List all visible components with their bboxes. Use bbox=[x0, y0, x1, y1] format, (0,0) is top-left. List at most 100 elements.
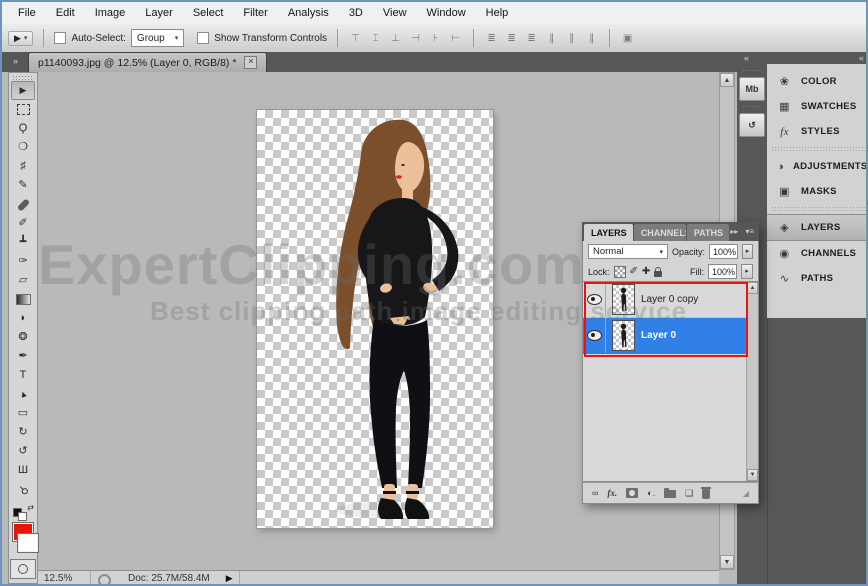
delete-layer-icon[interactable] bbox=[702, 489, 710, 499]
swap-colors-icon[interactable]: ⇄ bbox=[27, 503, 34, 512]
panel-button-adjustments[interactable]: ◑ ADJUSTMENTS bbox=[767, 154, 868, 179]
distribute-top-edges-icon[interactable]: ≣ bbox=[484, 33, 499, 44]
align-bottom-edges-icon[interactable]: ⊥ bbox=[388, 33, 403, 44]
layer-style-icon[interactable]: fx. bbox=[607, 488, 617, 498]
drag-grip[interactable] bbox=[742, 69, 762, 73]
brush-tool[interactable]: ✐ bbox=[11, 214, 35, 233]
layer-thumbnail[interactable] bbox=[613, 285, 634, 314]
align-vertical-centers-icon[interactable]: ⌶ bbox=[368, 33, 383, 44]
lock-position-icon[interactable]: ✚ bbox=[642, 267, 650, 277]
mini-bridge-button[interactable]: Mb bbox=[739, 77, 765, 101]
panel-button-paths[interactable]: ∿ PATHS bbox=[767, 266, 868, 291]
quick-selection-tool[interactable]: ❍ bbox=[11, 138, 35, 157]
menu-view[interactable]: View bbox=[373, 4, 417, 22]
status-flyout-icon[interactable]: ▶ bbox=[220, 571, 239, 586]
orbit-3d-tool[interactable]: ↺ bbox=[11, 442, 35, 461]
rotate-3d-tool[interactable]: ↻ bbox=[11, 423, 35, 442]
fill-spinner-icon[interactable]: ▸ bbox=[741, 264, 753, 279]
drag-grip[interactable] bbox=[12, 75, 34, 80]
auto-select-checkbox[interactable] bbox=[54, 32, 66, 44]
menu-file[interactable]: File bbox=[8, 4, 46, 22]
visibility-toggle[interactable] bbox=[583, 318, 606, 353]
panel-collapse-icon[interactable]: » bbox=[2, 56, 28, 72]
type-tool[interactable]: T bbox=[11, 366, 35, 385]
scroll-down-icon[interactable]: ▼ bbox=[747, 469, 758, 481]
panel-menu-icon[interactable]: ▾≡ bbox=[745, 227, 754, 236]
lock-image-icon[interactable]: ✐ bbox=[630, 267, 638, 277]
panel-button-channels[interactable]: ◉ CHANNELS bbox=[767, 241, 868, 266]
lock-all-icon[interactable] bbox=[654, 271, 662, 277]
close-icon[interactable]: × bbox=[244, 56, 257, 69]
distribute-vertical-centers-icon[interactable]: ≣ bbox=[504, 33, 519, 44]
menu-help[interactable]: Help bbox=[476, 4, 519, 22]
rectangular-marquee-tool[interactable] bbox=[11, 100, 35, 119]
zoom-level-field[interactable]: 12.5% bbox=[38, 571, 91, 586]
panel-button-color[interactable]: ❀ COLOR bbox=[767, 69, 868, 94]
tab-layers[interactable]: LAYERS bbox=[584, 224, 633, 241]
gradient-tool[interactable] bbox=[11, 290, 35, 309]
layer-row-layer-0[interactable]: Layer 0 bbox=[583, 318, 758, 354]
crop-tool[interactable]: ♯ bbox=[11, 157, 35, 176]
align-horizontal-centers-icon[interactable]: ⊦ bbox=[428, 33, 443, 44]
menu-3d[interactable]: 3D bbox=[339, 4, 373, 22]
scroll-up-icon[interactable]: ▲ bbox=[747, 282, 758, 294]
opacity-field[interactable]: 100% bbox=[709, 244, 738, 259]
eyedropper-tool[interactable]: ✎ bbox=[11, 176, 35, 195]
menu-filter[interactable]: Filter bbox=[233, 4, 277, 22]
clone-stamp-tool[interactable]: ┻ bbox=[11, 233, 35, 252]
menu-select[interactable]: Select bbox=[183, 4, 234, 22]
menu-analysis[interactable]: Analysis bbox=[278, 4, 339, 22]
background-color-swatch[interactable] bbox=[18, 534, 38, 552]
tool-preset-picker[interactable]: ▶ ▾ bbox=[8, 31, 33, 46]
default-colors-control[interactable]: ⇄ bbox=[12, 503, 34, 519]
eraser-tool[interactable]: ▱ bbox=[11, 271, 35, 290]
blend-mode-dropdown[interactable]: Normal ▾ bbox=[588, 244, 668, 259]
layer-list-scrollbar[interactable]: ▲ ▼ bbox=[746, 282, 758, 481]
history-brush-tool[interactable]: ✑ bbox=[11, 252, 35, 271]
layer-thumbnail[interactable] bbox=[613, 321, 634, 350]
menu-image[interactable]: Image bbox=[85, 4, 136, 22]
scroll-up-icon[interactable]: ▲ bbox=[720, 73, 734, 87]
panel-button-styles[interactable]: fx STYLES bbox=[767, 119, 868, 144]
adjustment-layer-icon[interactable]: ◐. bbox=[647, 488, 655, 498]
document-tab[interactable]: p1140093.jpg @ 12.5% (Layer 0, RGB/8) * … bbox=[28, 52, 267, 72]
quick-mask-button[interactable] bbox=[10, 559, 36, 579]
distribute-right-edges-icon[interactable]: ∥ bbox=[584, 33, 599, 44]
group-dropdown[interactable]: Group ▾ bbox=[131, 29, 184, 47]
distribute-bottom-edges-icon[interactable]: ≣ bbox=[524, 33, 539, 44]
layer-name[interactable]: Layer 0 bbox=[641, 330, 676, 341]
zoom-tool[interactable]: ⚲ bbox=[11, 480, 35, 499]
new-layer-icon[interactable]: ❏ bbox=[685, 488, 693, 499]
align-top-edges-icon[interactable]: ⊤ bbox=[348, 33, 363, 44]
add-layer-mask-icon[interactable] bbox=[626, 488, 638, 498]
history-panel-button[interactable]: ↺ bbox=[739, 113, 765, 137]
show-transform-checkbox[interactable] bbox=[197, 32, 209, 44]
panel-button-swatches[interactable]: ▦ SWATCHES bbox=[767, 94, 868, 119]
opacity-spinner-icon[interactable]: ▸ bbox=[742, 244, 753, 259]
link-layers-icon[interactable]: ∞ bbox=[592, 488, 598, 498]
panel-button-layers[interactable]: ◈ LAYERS bbox=[767, 214, 868, 241]
tab-paths[interactable]: PATHS bbox=[687, 224, 729, 241]
layer-name[interactable]: Layer 0 copy bbox=[641, 294, 698, 305]
spot-healing-brush-tool[interactable] bbox=[11, 195, 35, 214]
move-tool[interactable]: ▶ bbox=[11, 81, 35, 100]
document-canvas[interactable] bbox=[257, 110, 493, 528]
align-left-edges-icon[interactable]: ⊣ bbox=[408, 33, 423, 44]
menu-window[interactable]: Window bbox=[417, 4, 476, 22]
align-right-edges-icon[interactable]: ⊢ bbox=[448, 33, 463, 44]
lasso-tool[interactable]: Ϙ bbox=[11, 119, 35, 138]
pen-tool[interactable]: ✒ bbox=[11, 347, 35, 366]
distribute-left-edges-icon[interactable]: ∥ bbox=[544, 33, 559, 44]
horizontal-scrollbar[interactable] bbox=[239, 571, 719, 586]
collapse-panel-icon[interactable]: ▸▸ bbox=[730, 227, 738, 236]
lock-transparency-icon[interactable] bbox=[614, 266, 626, 278]
scroll-down-icon[interactable]: ▼ bbox=[720, 555, 734, 569]
visibility-toggle[interactable] bbox=[583, 282, 606, 317]
rectangle-tool[interactable]: ▭ bbox=[11, 404, 35, 423]
auto-align-layers-icon[interactable]: ▣ bbox=[620, 33, 635, 44]
hand-tool[interactable]: Ш bbox=[11, 461, 35, 480]
distribute-horizontal-centers-icon[interactable]: ∥ bbox=[564, 33, 579, 44]
blur-tool[interactable]: ◗ bbox=[11, 309, 35, 328]
panel-resize-grip[interactable]: ◢ bbox=[743, 489, 749, 498]
menu-edit[interactable]: Edit bbox=[46, 4, 85, 22]
